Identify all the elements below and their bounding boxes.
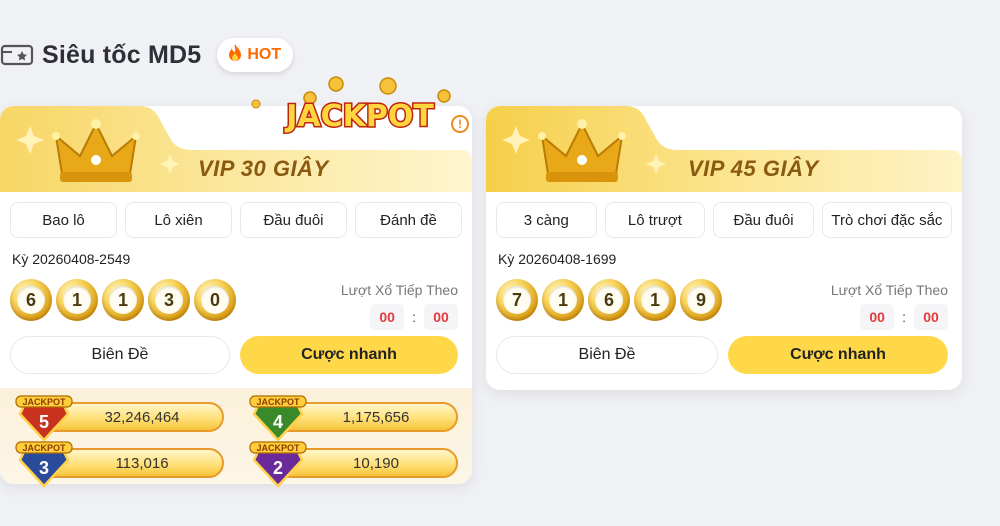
info-icon[interactable]: ! — [451, 115, 469, 133]
tab-lo-xien[interactable]: Lô xiên — [125, 202, 232, 238]
bien-de-button[interactable]: Biên Đề — [10, 336, 230, 374]
jackpot-5-badge-icon: JACKPOT 5 — [15, 395, 73, 442]
next-draw-label: Lượt Xổ Tiếp Theo — [830, 282, 948, 298]
card-actions: Biên Đề Cược nhanh — [496, 336, 948, 374]
jackpot-logo-text: JACKPOT — [284, 99, 434, 134]
bien-de-button[interactable]: Biên Đề — [496, 336, 718, 374]
countdown-minutes: 00 — [860, 304, 895, 330]
tab-dau-duoi[interactable]: Đầu đuôi — [713, 202, 814, 238]
hot-badge[interactable]: HOT — [217, 38, 294, 72]
result-ball: 6 — [10, 279, 52, 321]
game-tabs: 3 càng Lô trượt Đầu đuôi Trò chơi đặc sắ… — [496, 202, 953, 238]
jackpot-row: 10,190 JACKPOT 2 — [246, 441, 458, 488]
result-ball: 9 — [680, 279, 722, 321]
tab-dau-duoi[interactable]: Đầu đuôi — [240, 202, 347, 238]
result-ball: 1 — [102, 279, 144, 321]
lottery-card-vip45: VIP 45 GIÂY 3 càng Lô trượt Đầu đuôi Trò… — [486, 106, 962, 390]
card-actions: Biên Đề Cược nhanh — [10, 336, 458, 374]
countdown: 00 : 00 — [831, 304, 948, 330]
tab-tro-choi-dac-sac[interactable]: Trò chơi đặc sắc — [821, 202, 953, 238]
next-draw-label: Lượt Xổ Tiếp Theo — [340, 282, 458, 298]
jackpot-logo: JACKPOT — [251, 76, 451, 136]
tab-lo-truot[interactable]: Lô trượt — [604, 202, 706, 238]
draw-period: Kỳ 20260408-1699 — [498, 251, 617, 267]
tab-bao-lo[interactable]: Bao lô — [10, 202, 117, 238]
section-title: Siêu tốc MD5 — [42, 40, 202, 69]
jackpot-badge-text: JACKPOT — [256, 397, 300, 407]
result-ball: 6 — [588, 279, 630, 321]
jackpot-pool: 32,246,464 JACKPOT 5 1,175,656 JACKPOT 4… — [0, 388, 472, 488]
result-balls: 6 1 1 3 0 — [10, 279, 236, 321]
tab-3-cang[interactable]: 3 càng — [496, 202, 597, 238]
countdown-separator: : — [902, 309, 906, 325]
hot-label: HOT — [247, 46, 282, 63]
countdown-separator: : — [412, 309, 416, 325]
result-ball: 1 — [542, 279, 584, 321]
jackpot-level: 4 — [273, 412, 283, 432]
jackpot-row: 1,175,656 JACKPOT 4 — [246, 395, 458, 442]
section-header: Siêu tốc MD5 HOT — [0, 38, 294, 72]
jackpot-level: 2 — [273, 458, 283, 478]
quick-bet-button[interactable]: Cược nhanh — [240, 336, 458, 374]
result-ball: 1 — [634, 279, 676, 321]
jackpot-4-badge-icon: JACKPOT 4 — [249, 395, 307, 442]
next-draw: Lượt Xổ Tiếp Theo 00 : 00 — [341, 282, 458, 330]
game-tabs: Bao lô Lô xiên Đầu đuôi Đánh đề — [10, 202, 462, 238]
countdown-seconds: 00 — [424, 304, 458, 330]
result-ball: 7 — [496, 279, 538, 321]
jackpot-level: 5 — [39, 412, 49, 432]
crown-icon — [16, 119, 180, 182]
tab-danh-de[interactable]: Đánh đề — [355, 202, 462, 238]
result-ball: 1 — [56, 279, 98, 321]
countdown: 00 : 00 — [341, 304, 458, 330]
jackpot-level: 3 — [39, 458, 49, 478]
jackpot-badge-text: JACKPOT — [256, 443, 300, 453]
lottery-card-vip30: VIP 30 GIÂY Bao lô Lô xiên Đầu đuôi Đánh… — [0, 106, 472, 488]
countdown-seconds: 00 — [914, 304, 948, 330]
jackpot-badge-text: JACKPOT — [22, 397, 66, 407]
jackpot-row: 32,246,464 JACKPOT 5 — [12, 395, 224, 442]
jackpot-badge-text: JACKPOT — [22, 443, 66, 453]
jackpot-row: 113,016 JACKPOT 3 — [12, 441, 224, 488]
result-ball: 0 — [194, 279, 236, 321]
result-ball: 3 — [148, 279, 190, 321]
jackpot-3-badge-icon: JACKPOT 3 — [15, 441, 73, 488]
result-balls: 7 1 6 1 9 — [496, 279, 722, 321]
jackpot-2-badge-icon: JACKPOT 2 — [249, 441, 307, 488]
crown-icon — [502, 119, 666, 182]
ticket-icon — [0, 43, 34, 67]
next-draw: Lượt Xổ Tiếp Theo 00 : 00 — [831, 282, 948, 330]
countdown-minutes: 00 — [370, 304, 405, 330]
quick-bet-button[interactable]: Cược nhanh — [728, 336, 948, 374]
fire-icon — [227, 43, 243, 68]
draw-period: Kỳ 20260408-2549 — [12, 251, 131, 267]
card-title: VIP 30 GIÂY — [198, 156, 329, 181]
card-title: VIP 45 GIÂY — [688, 156, 819, 181]
